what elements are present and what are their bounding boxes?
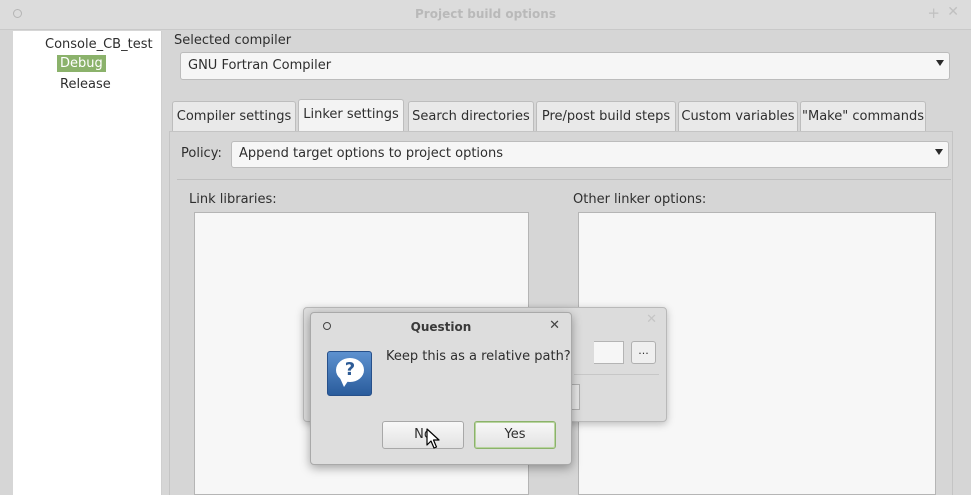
no-button[interactable]: No — [382, 421, 464, 449]
build-target-tree[interactable]: Console_CB_test Debug Release — [13, 31, 162, 495]
window-title: Project build options — [415, 7, 556, 21]
other-linker-options-label: Other linker options: — [573, 192, 707, 207]
tab-make-commands[interactable]: "Make" commands — [800, 101, 926, 131]
browse-button[interactable]: ... — [631, 341, 656, 364]
tree-item-debug[interactable]: Debug — [57, 55, 106, 72]
policy-select[interactable]: Append target options to project options — [231, 141, 949, 168]
mouse-cursor-icon — [426, 428, 440, 449]
compiler-select-value: GNU Fortran Compiler — [188, 58, 332, 73]
tab-pre-post-build-steps[interactable]: Pre/post build steps — [536, 101, 676, 131]
tree-item-project[interactable]: Console_CB_test — [45, 37, 153, 52]
link-libraries-label: Link libraries: — [189, 192, 277, 207]
dialog-message: Keep this as a relative path? — [386, 349, 571, 364]
close-icon[interactable]: ✕ — [947, 4, 959, 20]
tab-linker-settings[interactable]: Linker settings — [298, 99, 404, 132]
compiler-select[interactable]: GNU Fortran Compiler — [180, 52, 950, 80]
chevron-down-icon — [936, 60, 944, 66]
close-icon[interactable]: ✕ — [646, 312, 657, 327]
policy-select-value: Append target options to project options — [239, 146, 504, 161]
tab-custom-variables[interactable]: Custom variables — [678, 101, 798, 131]
tree-item-release[interactable]: Release — [60, 77, 111, 92]
question-dialog: Question ✕ ? Keep this as a relative pat… — [310, 312, 572, 465]
divider — [574, 374, 659, 375]
question-icon: ? — [327, 351, 372, 396]
maximize-icon[interactable]: + — [927, 4, 940, 22]
policy-label: Policy: — [181, 146, 222, 161]
close-icon[interactable]: ✕ — [549, 318, 560, 333]
chevron-down-icon — [935, 149, 943, 155]
dialog-title: Question — [410, 320, 472, 334]
tab-search-directories[interactable]: Search directories — [408, 101, 534, 131]
library-path-input[interactable] — [594, 341, 624, 364]
divider — [177, 179, 951, 180]
window-titlebar: Project build options + ✕ — [0, 0, 971, 30]
selected-compiler-label: Selected compiler — [174, 33, 292, 48]
yes-button[interactable]: Yes — [474, 421, 556, 449]
tab-compiler-settings[interactable]: Compiler settings — [172, 101, 296, 131]
